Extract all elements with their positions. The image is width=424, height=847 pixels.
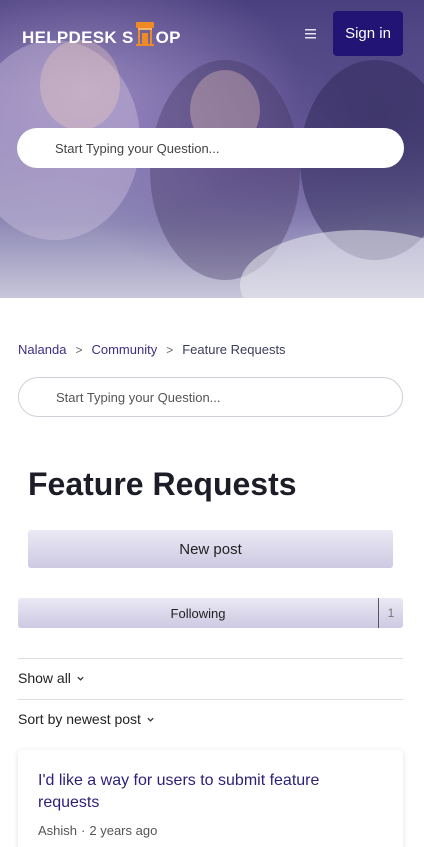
search-input[interactable]: Start Typing your Question... xyxy=(18,377,403,417)
show-filter-dropdown[interactable]: Show all xyxy=(18,670,85,686)
breadcrumb-item-current: Feature Requests xyxy=(182,342,286,357)
chevron-right-icon: > xyxy=(75,342,83,357)
post-author[interactable]: Ashish xyxy=(38,823,77,838)
hamburger-menu-icon[interactable] xyxy=(303,26,319,42)
show-filter-label: Show all xyxy=(18,670,71,686)
divider xyxy=(18,699,403,700)
breadcrumb: Nalanda > Community > Feature Requests xyxy=(18,342,286,357)
chevron-down-icon xyxy=(147,717,154,722)
logo-text-left: HELPDESK S xyxy=(22,28,134,47)
hero-photo-shape xyxy=(40,40,120,130)
breadcrumb-item-nalanda[interactable]: Nalanda xyxy=(18,342,66,357)
logo-text-right: OP xyxy=(155,28,181,47)
post-card[interactable]: I'd like a way for users to submit featu… xyxy=(18,750,403,847)
following-button[interactable]: Following 1 xyxy=(18,598,403,628)
post-time: 2 years ago xyxy=(89,823,158,838)
sort-dropdown[interactable]: Sort by newest post xyxy=(18,711,155,727)
meta-separator: · xyxy=(81,823,86,838)
hero-search-input[interactable]: Start Typing your Question... xyxy=(17,128,404,168)
breadcrumb-item-community[interactable]: Community xyxy=(91,342,157,357)
shop-building-icon xyxy=(135,22,155,50)
following-count: 1 xyxy=(378,598,403,628)
chevron-down-icon xyxy=(77,676,84,681)
post-meta: Ashish · 2 years ago xyxy=(38,823,157,838)
site-logo[interactable]: HELPDESK S OP xyxy=(22,22,181,50)
hero-search-placeholder: Start Typing your Question... xyxy=(55,140,220,156)
search-placeholder: Start Typing your Question... xyxy=(56,389,221,405)
divider xyxy=(18,658,403,659)
sign-in-button[interactable]: Sign in xyxy=(333,11,403,56)
sort-label: Sort by newest post xyxy=(18,711,141,727)
post-title-link[interactable]: I'd like a way for users to submit featu… xyxy=(38,770,358,814)
hero-banner: HELPDESK S OP Sign in Start Typing your … xyxy=(0,0,424,298)
new-post-button[interactable]: New post xyxy=(28,530,393,568)
following-label: Following xyxy=(170,605,226,621)
chevron-right-icon: > xyxy=(166,342,174,357)
page-title: Feature Requests xyxy=(28,466,297,502)
